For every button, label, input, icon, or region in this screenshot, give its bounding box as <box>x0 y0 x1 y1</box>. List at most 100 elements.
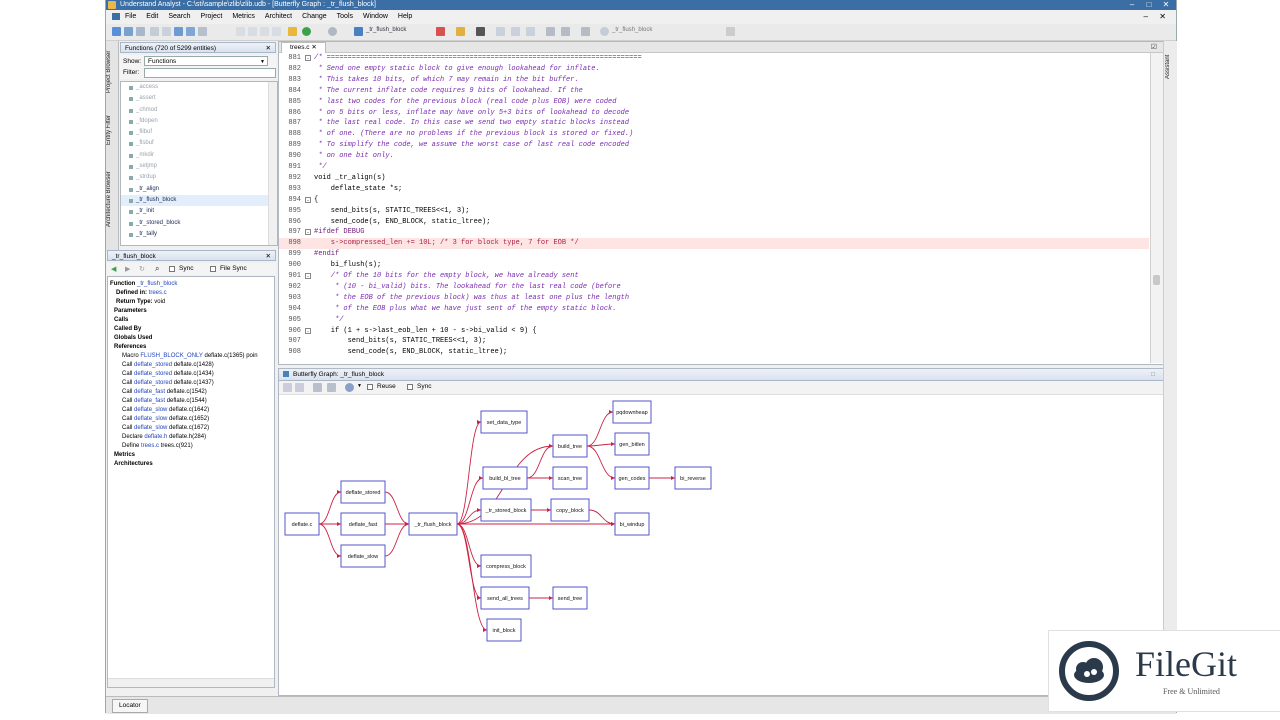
forward-icon[interactable] <box>328 27 337 36</box>
binoculars-icon[interactable]: ⌕ <box>155 264 159 274</box>
graph-node-scan-tree[interactable]: scan_tree <box>552 466 588 490</box>
graph-node-send-all-trees[interactable]: send_all_trees <box>480 586 530 610</box>
info-back-icon[interactable]: ◀ <box>111 265 116 273</box>
entity-list-item[interactable]: _tr_flush_block <box>121 194 277 207</box>
bookmark-icon[interactable] <box>436 27 445 36</box>
graph-node-gen-codes[interactable]: gen_codes <box>614 466 650 490</box>
info-close-icon[interactable]: ✕ <box>266 251 271 262</box>
info-hscrollbar[interactable] <box>108 678 274 687</box>
graph-node-deflate-slow[interactable]: deflate_slow <box>340 544 386 568</box>
undo-icon[interactable] <box>236 27 245 36</box>
graph-node-set-data-type[interactable]: set_data_type <box>480 410 528 434</box>
info-section-references[interactable]: References <box>108 344 146 350</box>
entity-list-item[interactable]: _assert <box>121 93 277 104</box>
entity-list-item[interactable]: _setjmp <box>121 161 277 172</box>
locator-tab[interactable]: Locator <box>112 699 148 713</box>
reference-item[interactable]: Call deflate_stored deflate.c(1434) <box>122 371 214 377</box>
close-doc-icon[interactable]: ✕ <box>1159 11 1166 22</box>
graph-node-build-tree[interactable]: build_tree <box>552 434 588 458</box>
info-refresh-icon[interactable]: ↻ <box>139 265 145 273</box>
tool2-icon[interactable] <box>561 27 570 36</box>
show-select[interactable]: Functions ▼ <box>144 56 268 66</box>
file-sync-checkbox[interactable] <box>210 266 216 272</box>
entity-list-item[interactable]: _tr_align <box>121 184 277 195</box>
filter-input[interactable] <box>144 68 276 78</box>
reference-item[interactable]: Macro FLUSH_BLOCK_ONLY deflate.c(1365) p… <box>122 353 258 359</box>
fold-toggle-icon[interactable]: - <box>305 55 311 62</box>
graph-sync-checkbox[interactable] <box>407 384 413 390</box>
tab-architecture-browser[interactable]: Architecture Browser <box>106 159 118 239</box>
info-section-metrics[interactable]: Metrics <box>114 452 135 458</box>
info-forward-icon[interactable]: ▶ <box>125 265 130 273</box>
layout1-icon[interactable] <box>496 27 505 36</box>
graph-node-init-block[interactable]: init_block <box>486 618 522 642</box>
graph-icon[interactable] <box>288 27 297 36</box>
graph-node-deflate-c[interactable]: deflate.c <box>284 512 320 536</box>
editor-scroll-thumb[interactable] <box>1153 275 1160 285</box>
minimize-icon[interactable]: – <box>1126 0 1138 10</box>
entity-list-item[interactable]: _tr_init <box>121 206 277 217</box>
metrics-icon[interactable] <box>456 27 465 36</box>
info-section-calls[interactable]: Calls <box>108 317 128 323</box>
info-section-globals-used[interactable]: Globals Used <box>108 335 152 341</box>
maximize-icon[interactable]: □ <box>1143 0 1155 10</box>
save-all-icon[interactable] <box>186 27 195 36</box>
graph-node-gen-bitlen[interactable]: gen_bitlen <box>614 432 650 456</box>
layout2-icon[interactable] <box>511 27 520 36</box>
new-file-icon[interactable] <box>112 27 121 36</box>
tab-close-icon[interactable]: ✕ <box>311 44 316 51</box>
editor-pin-icon[interactable]: ☑ <box>1151 43 1157 51</box>
menu-project[interactable]: Project <box>196 11 228 22</box>
graph-save-icon[interactable] <box>327 383 336 392</box>
entity-list-item[interactable]: _tr_tally <box>121 229 277 240</box>
fold-toggle-icon[interactable]: - <box>305 229 311 236</box>
info-icon[interactable] <box>476 27 485 36</box>
entity-icon[interactable] <box>354 27 363 36</box>
entity-list-item[interactable]: _flsbuf <box>121 138 277 149</box>
menu-help[interactable]: Help <box>393 11 417 22</box>
search-icon[interactable] <box>600 27 609 36</box>
restore-icon[interactable]: – <box>1144 11 1148 22</box>
menu-change[interactable]: Change <box>297 11 332 22</box>
graph-node-compress-block[interactable]: compress_block <box>480 554 532 578</box>
fold-toggle-icon[interactable]: - <box>305 273 311 280</box>
editor-scrollbar[interactable] <box>1150 53 1163 363</box>
search-go-icon[interactable] <box>726 27 735 36</box>
paste-icon[interactable] <box>272 27 281 36</box>
reference-item[interactable]: Call deflate_stored deflate.c(1428) <box>122 362 214 368</box>
print-icon[interactable] <box>150 27 159 36</box>
fold-toggle-icon[interactable]: - <box>305 327 311 335</box>
menu-tools[interactable]: Tools <box>332 11 358 22</box>
entity-list-item[interactable]: _chmod <box>121 105 277 116</box>
fold-toggle-icon[interactable]: - <box>305 196 311 204</box>
entity-list-item[interactable]: _strdup <box>121 172 277 183</box>
open-icon[interactable] <box>124 27 133 36</box>
reference-item[interactable]: Call deflate_slow deflate.c(1652) <box>122 416 209 422</box>
reference-item[interactable]: Call deflate_fast deflate.c(1544) <box>122 398 207 404</box>
menu-edit[interactable]: Edit <box>141 11 163 22</box>
entity-list-item[interactable]: _filbuf <box>121 127 277 138</box>
reference-item[interactable]: Call deflate_stored deflate.c(1437) <box>122 380 214 386</box>
menu-window[interactable]: Window <box>358 11 393 22</box>
graph-node-tr-stored-block[interactable]: _tr_stored_block <box>480 498 532 522</box>
graph-back-icon[interactable] <box>283 383 292 392</box>
search-combo[interactable]: _tr_flush_block <box>612 27 652 33</box>
graph-node-bi-windup[interactable]: bi_windup <box>614 512 650 536</box>
entity-list-scrollbar[interactable] <box>268 82 277 245</box>
entity-combo[interactable]: _tr_flush_block <box>366 27 406 33</box>
zoom-icon[interactable] <box>345 383 354 392</box>
reference-item[interactable]: Call deflate_slow deflate.c(1642) <box>122 407 209 413</box>
close-icon[interactable]: ✕ <box>1160 0 1172 10</box>
sync-checkbox[interactable] <box>169 266 175 272</box>
copy-icon[interactable] <box>162 27 171 36</box>
panel-close-icon[interactable]: ✕ <box>266 43 271 54</box>
graph-node-deflate-fast[interactable]: deflate_fast <box>340 512 386 536</box>
zoom-chevron-icon[interactable]: ▼ <box>357 383 362 389</box>
cut-icon[interactable] <box>260 27 269 36</box>
graph-node-tr-flush-block[interactable]: _tr_flush_block <box>408 512 458 536</box>
graph-node-bi-reverse[interactable]: bi_reverse <box>674 466 712 490</box>
reference-item[interactable]: Call deflate_fast deflate.c(1542) <box>122 389 207 395</box>
entity-list-item[interactable]: _access <box>121 82 277 93</box>
graph-node-pqdownheap[interactable]: pqdownheap <box>612 400 652 424</box>
info-defined-row[interactable]: Defined in: trees.c <box>116 290 167 296</box>
